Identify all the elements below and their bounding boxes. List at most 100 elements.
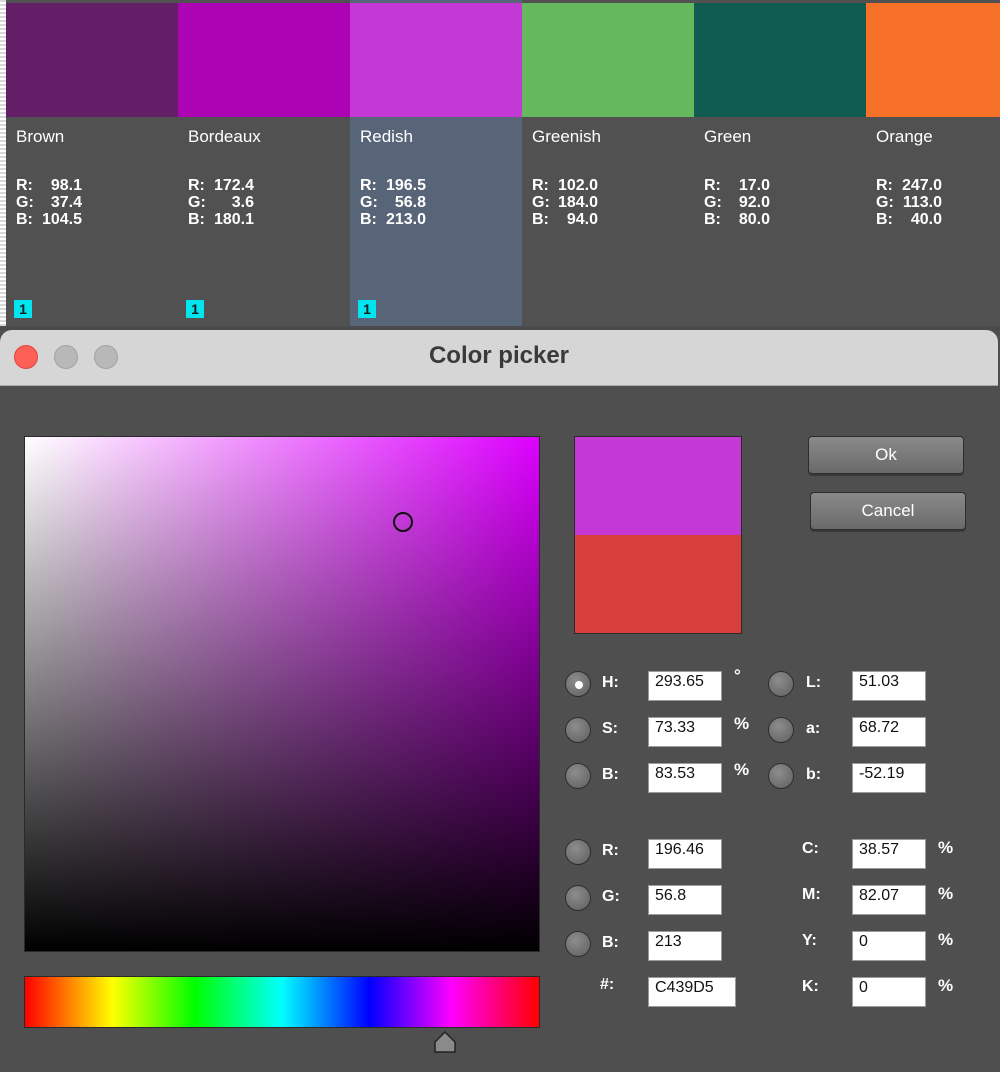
- rgb-g-label: G:: [876, 194, 894, 211]
- rgb-b-label: B:: [360, 211, 377, 228]
- green-label: G:: [602, 888, 620, 905]
- rgb-r-label: R:: [16, 177, 33, 194]
- rgb-r-value: 172.4: [213, 177, 254, 194]
- rgb-b-label: B:: [876, 211, 893, 228]
- yellow-unit: %: [938, 930, 954, 949]
- cyan-unit: %: [938, 838, 954, 857]
- rgb-g-value: 37.4: [50, 194, 82, 211]
- swatch-name: Bordeaux: [188, 127, 261, 146]
- magenta-field[interactable]: 82.07: [852, 885, 926, 915]
- rgb-r-label: R:: [360, 177, 377, 194]
- swatch-card[interactable]: Redish R: 196.5 G: 56.8 B: 213.0 1: [350, 0, 523, 326]
- hue-label: H:: [602, 674, 619, 691]
- swatch-card[interactable]: Green R: 17.0 G: 92.0 B: 80.0: [694, 0, 867, 326]
- radio-lightness[interactable]: [768, 671, 794, 697]
- swatch-color: [866, 3, 1000, 117]
- swatch-color: [178, 3, 350, 117]
- swatch-name: Orange: [876, 127, 933, 146]
- rgb-g-value: 92.0: [738, 194, 770, 211]
- swatch-color: [694, 3, 866, 117]
- black-label: K:: [802, 978, 819, 995]
- saturation-label: S:: [602, 720, 618, 737]
- yellow-label: Y:: [802, 932, 817, 949]
- cyan-label: C:: [802, 840, 819, 857]
- radio-hue[interactable]: [565, 671, 591, 697]
- yellow-field[interactable]: 0: [852, 931, 926, 961]
- hue-marker-icon[interactable]: [433, 1030, 457, 1054]
- new-color-swatch: [575, 437, 741, 535]
- rgb-r-label: R:: [532, 177, 549, 194]
- green-field[interactable]: 56.8: [648, 885, 722, 915]
- radio-blue[interactable]: [565, 931, 591, 957]
- rgb-r-label: R:: [704, 177, 721, 194]
- swatch-rgb-values: R: 196.5 G: 56.8 B: 213.0: [360, 177, 426, 228]
- dialog-title: Color picker: [428, 342, 570, 369]
- cyan-field[interactable]: 38.57: [852, 839, 926, 869]
- rgb-b-label: B:: [704, 211, 721, 228]
- blue-label: B:: [602, 934, 619, 951]
- radio-brightness[interactable]: [565, 763, 591, 789]
- magenta-label: M:: [802, 886, 821, 903]
- radio-lab-a[interactable]: [768, 717, 794, 743]
- rgb-r-value: 196.5: [385, 177, 426, 194]
- swatch-rgb-values: R: 17.0 G: 92.0 B: 80.0: [704, 177, 770, 228]
- swatch-rgb-values: R: 247.0 G: 113.0 B: 40.0: [876, 177, 942, 228]
- old-color-swatch: [575, 535, 741, 633]
- radio-lab-b[interactable]: [768, 763, 794, 789]
- ok-button[interactable]: Ok: [808, 436, 964, 474]
- color-picker-dialog: Color picker Ok Cancel H: 293.65 ° S: 73…: [0, 330, 998, 1072]
- brightness-field[interactable]: 83.53: [648, 763, 722, 793]
- rgb-b-label: B:: [532, 211, 549, 228]
- lightness-field[interactable]: 51.03: [852, 671, 926, 701]
- rgb-b-value: 40.0: [910, 211, 942, 228]
- rgb-r-label: R:: [188, 177, 205, 194]
- saturation-field[interactable]: 73.33: [648, 717, 722, 747]
- brightness-label: B:: [602, 766, 619, 783]
- rgb-b-label: B:: [188, 211, 205, 228]
- swatch-name: Green: [704, 127, 752, 146]
- rgb-g-label: G:: [532, 194, 550, 211]
- swatch-card[interactable]: Brown R: 98.1 G: 37.4 B: 104.5 1: [6, 0, 179, 326]
- color-cursor-icon[interactable]: [393, 512, 413, 532]
- saturation-brightness-square[interactable]: [24, 436, 540, 952]
- rgb-g-value: 3.6: [231, 194, 254, 211]
- radio-green[interactable]: [565, 885, 591, 911]
- radio-red[interactable]: [565, 839, 591, 865]
- swatch-name: Brown: [16, 127, 65, 146]
- rgb-r-value: 17.0: [738, 177, 770, 194]
- black-field[interactable]: 0: [852, 977, 926, 1007]
- hue-slider[interactable]: [24, 976, 540, 1028]
- radio-saturation[interactable]: [565, 717, 591, 743]
- usage-count-badge: 1: [186, 300, 204, 318]
- rgb-g-label: G:: [360, 194, 378, 211]
- hex-field[interactable]: C439D5: [648, 977, 736, 1007]
- rgb-g-value: 56.8: [394, 194, 426, 211]
- swatch-card[interactable]: Orange R: 247.0 G: 113.0 B: 40.0: [866, 0, 1000, 326]
- lab-a-field[interactable]: 68.72: [852, 717, 926, 747]
- rgb-b-label: B:: [16, 211, 33, 228]
- red-field[interactable]: 196.46: [648, 839, 722, 869]
- usage-count-badge: 1: [358, 300, 376, 318]
- lab-a-label: a:: [806, 720, 821, 737]
- hue-unit: °: [734, 666, 741, 685]
- cancel-button[interactable]: Cancel: [810, 492, 966, 530]
- swatch-rgb-values: R: 98.1 G: 37.4 B: 104.5: [16, 177, 82, 228]
- rgb-g-label: G:: [188, 194, 206, 211]
- blue-field[interactable]: 213: [648, 931, 722, 961]
- hue-field[interactable]: 293.65: [648, 671, 722, 701]
- title-bar: Color picker: [0, 330, 998, 386]
- black-unit: %: [938, 976, 954, 995]
- saturation-unit: %: [734, 714, 750, 733]
- palette-strip: Brown R: 98.1 G: 37.4 B: 104.5 1 Bordeaux R: 172.4…: [0, 0, 1000, 330]
- rgb-r-value: 102.0: [557, 177, 598, 194]
- lab-b-field[interactable]: -52.19: [852, 763, 926, 793]
- rgb-b-value: 80.0: [738, 211, 770, 228]
- rgb-g-label: G:: [16, 194, 34, 211]
- rgb-g-value: 113.0: [902, 194, 942, 211]
- brightness-unit: %: [734, 760, 750, 779]
- rgb-b-value: 213.0: [385, 211, 426, 228]
- swatch-card[interactable]: Bordeaux R: 172.4 G: 3.6 B: 180.1 1: [178, 0, 351, 326]
- swatch-card[interactable]: Greenish R: 102.0 G: 184.0 B: 94.0: [522, 0, 695, 326]
- swatch-color: [6, 3, 178, 117]
- rgb-r-label: R:: [876, 177, 893, 194]
